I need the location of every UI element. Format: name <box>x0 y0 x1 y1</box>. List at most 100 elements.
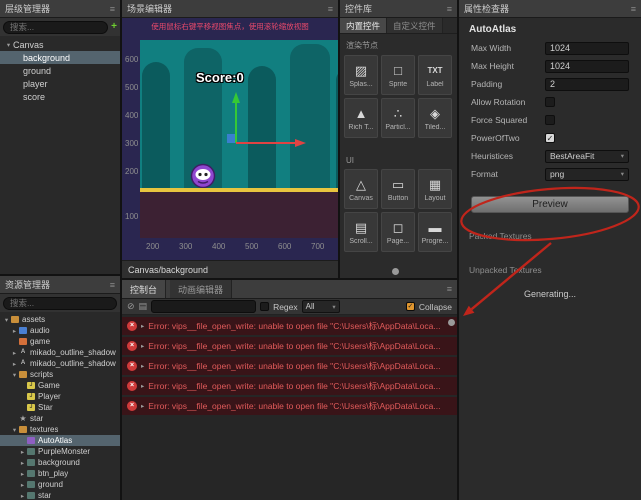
gizmo-y-arrowhead[interactable] <box>232 92 240 103</box>
menu-icon[interactable]: ≡ <box>110 4 115 14</box>
asset-node-purplemonster[interactable]: ▸ PurpleMonster <box>0 446 120 457</box>
field-input[interactable] <box>545 59 629 73</box>
asset-node-assets[interactable]: ▾ assets <box>0 314 120 325</box>
field-input[interactable] <box>545 77 629 91</box>
asset-node-ground[interactable]: ▸ ground <box>0 479 120 490</box>
menu-icon[interactable]: ≡ <box>447 4 452 14</box>
filter-icon[interactable]: ▤ <box>139 301 148 312</box>
asset-node-audio[interactable]: ▸ audio <box>0 325 120 336</box>
asset-node-star[interactable]: ▸ star <box>0 490 120 500</box>
hierarchy-node-score[interactable]: score <box>0 90 120 103</box>
asset-node-textures[interactable]: ▾ textures <box>0 424 120 435</box>
asset-node-btn-play[interactable]: ▸ btn_play <box>0 468 120 479</box>
tab-animation-editor[interactable]: 动画编辑器 <box>170 280 233 298</box>
expander-icon[interactable]: ▸ <box>10 349 19 357</box>
node-label: Canvas <box>13 39 44 50</box>
vertical-scrollbar-thumb[interactable] <box>448 319 455 326</box>
console-error-row[interactable]: × ▸ Error: vips__file_open_write: unable t… <box>122 377 457 395</box>
game-canvas[interactable]: Score:0 <box>140 40 338 188</box>
menu-icon[interactable]: ≡ <box>631 4 636 14</box>
asset-node-mikado-outline-shadow[interactable]: ▸ Amikado_outline_shadow <box>0 347 120 358</box>
expander-icon[interactable]: ▸ <box>18 470 27 478</box>
tab-内置控件[interactable]: 内置控件 <box>340 18 388 33</box>
asset-node-scripts[interactable]: ▾ scripts <box>0 369 120 380</box>
ruler-x-value: 400 <box>212 242 226 251</box>
menu-icon[interactable]: ≡ <box>328 4 333 14</box>
asset-node-player[interactable]: J Player <box>0 391 120 402</box>
gizmo-x-arrowhead[interactable] <box>295 139 306 147</box>
widget-tiledmap[interactable]: ◈ Tiled... <box>418 98 452 138</box>
asset-node-autoatlas[interactable]: AutoAtlas <box>0 435 120 446</box>
preview-button[interactable]: Preview <box>471 196 629 213</box>
gizmo-plane-handle[interactable] <box>227 134 236 143</box>
asset-label: mikado_outline_shadow <box>30 359 116 368</box>
field-select[interactable]: BestAreaFit ▾ <box>545 149 629 163</box>
widget-button[interactable]: ▭ Button <box>381 169 415 209</box>
hierarchy-node-ground[interactable]: ground <box>0 64 120 77</box>
expander-icon[interactable]: ▸ <box>18 481 27 489</box>
console-error-row[interactable]: × ▸ Error: vips__file_open_write: unable t… <box>122 337 457 355</box>
hierarchy-search-input[interactable] <box>3 20 109 34</box>
console-error-row[interactable]: × ▸ Error: vips__file_open_write: unable t… <box>122 357 457 375</box>
widget-progressbar[interactable]: ▬ Progre... <box>418 212 452 252</box>
expander-icon[interactable]: ▾ <box>10 371 19 379</box>
asset-node-star[interactable]: ★ star <box>0 413 120 424</box>
expander-icon[interactable]: ▸ <box>141 322 144 330</box>
hierarchy-node-canvas[interactable]: ▾ Canvas <box>0 38 120 51</box>
hierarchy-node-player[interactable]: player <box>0 77 120 90</box>
asset-node-game[interactable]: J Game <box>0 380 120 391</box>
asset-node-mikado-outline-shadow[interactable]: ▸ Amikado_outline_shadow <box>0 358 120 369</box>
expander-icon[interactable]: ▾ <box>2 316 11 324</box>
expander-icon[interactable]: ▸ <box>141 362 144 370</box>
field-input[interactable] <box>545 41 629 55</box>
tab-自定义控件[interactable]: 自定义控件 <box>387 18 443 33</box>
purple-monster-sprite[interactable] <box>190 163 216 188</box>
widget-richtext[interactable]: ▲ Rich T... <box>344 98 378 138</box>
expander-icon[interactable]: ▸ <box>18 459 27 467</box>
expander-icon[interactable]: ▸ <box>10 360 19 368</box>
collapse-checkbox[interactable]: ✓ <box>405 302 415 311</box>
widget-layout[interactable]: ▦ Layout <box>418 169 452 209</box>
expander-icon[interactable]: ▸ <box>141 342 144 350</box>
scene-viewport[interactable]: 使用鼠标右键平移视图焦点，使用滚轮缩放视图 600 500 400 300 200 100… <box>122 18 338 260</box>
expander-icon[interactable]: ▸ <box>10 327 19 335</box>
regex-checkbox[interactable] <box>260 302 270 311</box>
expander-icon[interactable]: ▾ <box>4 41 13 49</box>
menu-icon[interactable]: ≡ <box>110 280 115 290</box>
expander-icon[interactable]: ▸ <box>141 382 144 390</box>
widget-canvas[interactable]: △ Canvas <box>344 169 378 209</box>
widget-pageview[interactable]: ◻ Page... <box>381 212 415 252</box>
console-error-row[interactable]: × ▸ Error: vips__file_open_write: unable t… <box>122 397 457 415</box>
ruler-y-value: 300 <box>125 139 139 148</box>
widget-splash[interactable]: ▨ Splas... <box>344 55 378 95</box>
tab-console[interactable]: 控制台 <box>122 280 167 298</box>
widget-particle[interactable]: ∴ Particl... <box>381 98 415 138</box>
console-search-input[interactable] <box>151 300 257 313</box>
clear-console-icon[interactable]: ⊘ <box>127 301 135 312</box>
hierarchy-node-background[interactable]: background <box>0 51 120 64</box>
assets-search-input[interactable] <box>3 296 117 310</box>
asset-node-star[interactable]: J Star <box>0 402 120 413</box>
horizontal-scrollbar-thumb[interactable] <box>392 268 399 275</box>
asset-node-background[interactable]: ▸ background <box>0 457 120 468</box>
widget-sprite[interactable]: □ Sprite <box>381 55 415 95</box>
widget-label: Label <box>426 80 444 88</box>
asset-node-game[interactable]: game <box>0 336 120 347</box>
field-checkbox[interactable] <box>545 97 555 107</box>
expander-icon[interactable]: ▾ <box>10 426 19 434</box>
expander-icon[interactable]: ▸ <box>141 402 144 410</box>
widget-label[interactable]: TXT Label <box>418 55 452 95</box>
log-level-select[interactable]: All ▾ <box>301 300 340 313</box>
console-error-row[interactable]: × ▸ Error: vips__file_open_write: unable t… <box>122 317 457 335</box>
expander-icon[interactable]: ▸ <box>18 492 27 500</box>
menu-icon[interactable]: ≡ <box>447 284 452 294</box>
widget-library-panel: 控件库 ≡ 内置控件 自定义控件 渲染节点 ▨ Splas... □ Sprite TXT L… <box>340 0 457 278</box>
create-node-icon[interactable]: + <box>111 22 117 32</box>
field-select[interactable]: png ▾ <box>545 167 629 181</box>
widget-scrollview[interactable]: ▤ Scroll... <box>344 212 378 252</box>
field-checkbox[interactable] <box>545 115 555 125</box>
expander-icon[interactable]: ▸ <box>18 448 27 456</box>
widget-label: Scroll... <box>349 237 373 245</box>
field-checkbox[interactable]: ✓ <box>545 133 555 143</box>
move-gizmo[interactable] <box>140 40 338 188</box>
